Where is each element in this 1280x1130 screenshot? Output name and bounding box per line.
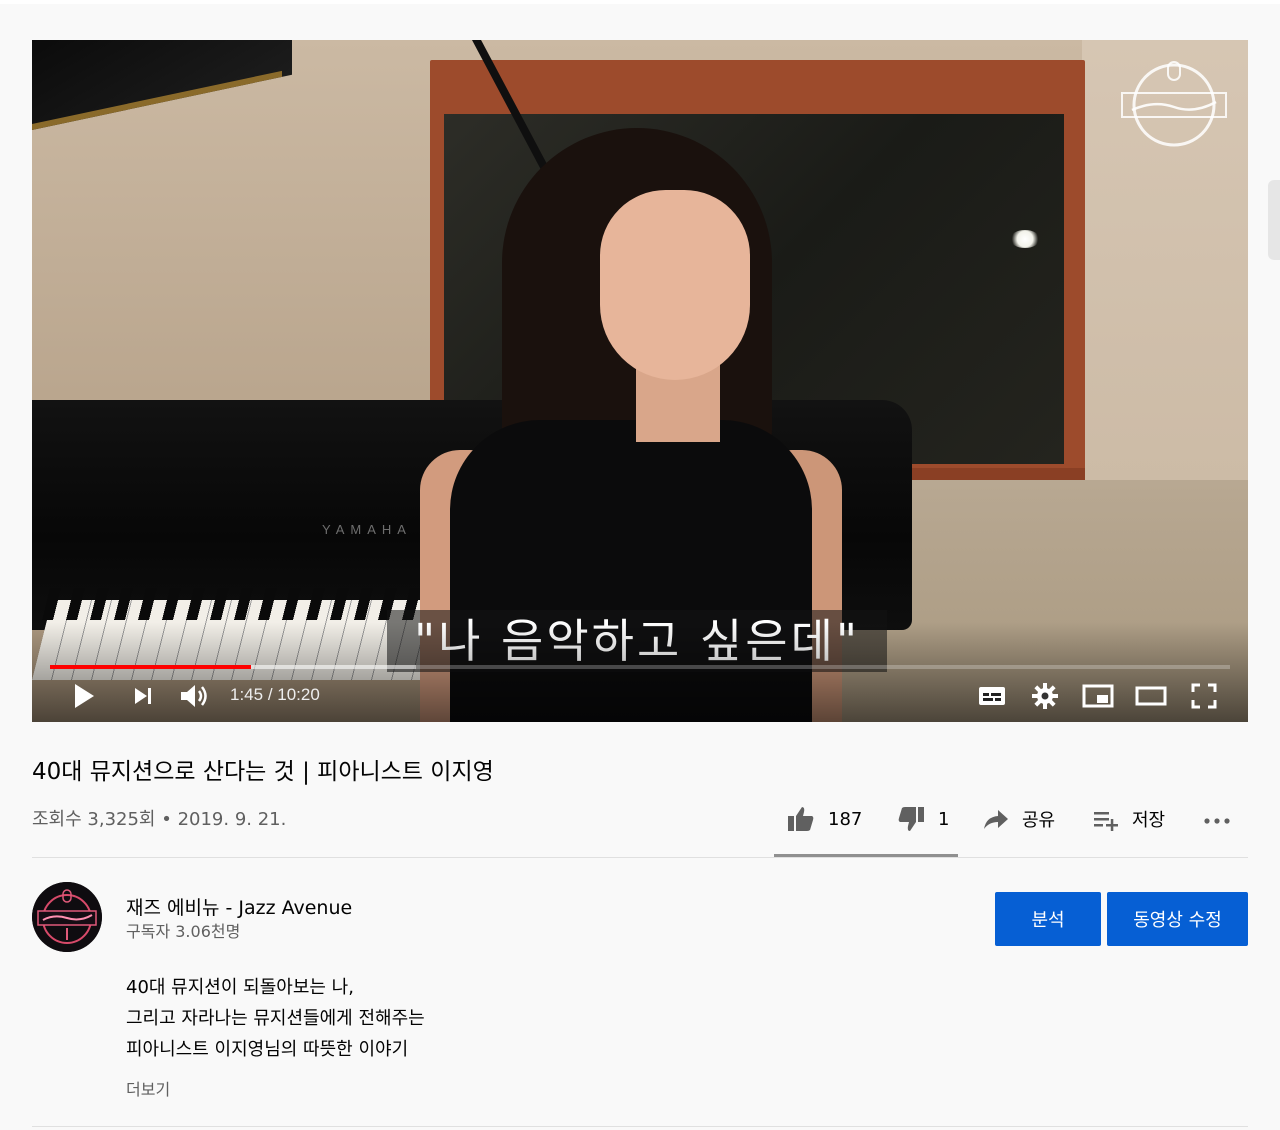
subscriber-count: 구독자 3.06천명 — [126, 922, 241, 941]
description-line: 그리고 자라나는 뮤지션들에게 전해주는 — [126, 1008, 425, 1029]
more-horizontal-icon — [1204, 818, 1230, 824]
divider-bottom — [32, 1126, 1248, 1127]
dislike-count: 1 — [938, 808, 950, 830]
piano-brand-text: YAMAHA — [322, 522, 412, 537]
show-more-link[interactable]: 더보기 — [126, 1076, 170, 1100]
time-display: 1:45 / 10:20 — [230, 685, 320, 705]
person-face — [600, 190, 750, 380]
controls-gradient — [32, 622, 1248, 722]
upload-date: 2019. 9. 21. — [177, 809, 287, 830]
miniplayer-button[interactable] — [1081, 680, 1115, 712]
scrollbar-edge[interactable] — [1268, 180, 1280, 260]
channel-name[interactable]: 재즈 에비뉴 - Jazz Avenue — [126, 893, 352, 920]
volume-button[interactable] — [178, 680, 212, 712]
share-button[interactable]: 공유 — [982, 803, 1055, 835]
share-label: 공유 — [1022, 810, 1056, 831]
description-line: 피아니스트 이지영님의 따뜻한 이야기 — [126, 1039, 409, 1060]
video-description: 40대 뮤지션이 되돌아보는 나, 그리고 자라나는 뮤지션들에게 전해주는 피… — [126, 972, 425, 1065]
subtitles-button[interactable] — [976, 680, 1008, 712]
subtitles-icon — [979, 687, 1005, 705]
progress-played — [50, 665, 251, 669]
theater-icon — [1135, 686, 1167, 706]
video-title: 40대 뮤지션으로 산다는 것 | 피아니스트 이지영 — [32, 759, 494, 785]
play-button[interactable] — [72, 680, 96, 712]
time-total: 10:20 — [277, 685, 320, 704]
video-meta: 조회수 3,325회 • 2019. 9. 21. — [32, 805, 286, 831]
jazz-avenue-logo-icon — [32, 882, 102, 952]
thumbs-down-icon — [898, 807, 924, 831]
jazz-avenue-watermark-logo — [1114, 60, 1234, 150]
more-actions-button[interactable] — [1202, 803, 1232, 835]
time-current: 1:45 — [230, 685, 264, 704]
analytics-button[interactable]: 분석 — [995, 892, 1101, 946]
page-top-strip — [0, 0, 1280, 4]
save-label: 저장 — [1132, 810, 1166, 831]
video-player[interactable]: YAMAHA "나 음악하고 싶은데" — [32, 40, 1248, 722]
edit-video-button[interactable]: 동영상 수정 — [1107, 892, 1248, 946]
divider — [32, 857, 1248, 858]
volume-icon — [181, 685, 207, 707]
description-line: 40대 뮤지션이 되돌아보는 나, — [126, 977, 354, 998]
share-icon — [984, 810, 1008, 829]
settings-icon — [1032, 683, 1058, 709]
play-icon — [75, 684, 94, 708]
save-button[interactable]: 저장 — [1092, 803, 1165, 835]
settings-button[interactable] — [1029, 680, 1061, 712]
miniplayer-icon — [1082, 684, 1114, 708]
channel-avatar[interactable] — [32, 882, 102, 952]
meta-separator: • — [155, 809, 178, 830]
view-count: 조회수 3,325회 — [32, 809, 156, 830]
next-icon — [135, 688, 151, 704]
playlist-add-icon — [1094, 812, 1118, 831]
progress-bar[interactable] — [50, 665, 1230, 669]
fullscreen-icon — [1191, 683, 1217, 709]
next-button[interactable] — [132, 680, 156, 712]
fullscreen-button[interactable] — [1188, 680, 1220, 712]
theater-mode-button[interactable] — [1134, 680, 1168, 712]
studio-light — [1010, 230, 1040, 248]
dislike-button[interactable]: 1 — [896, 803, 949, 835]
thumbs-up-icon — [788, 807, 814, 831]
like-button[interactable]: 187 — [786, 803, 862, 835]
like-count: 187 — [828, 808, 863, 830]
time-separator: / — [263, 685, 278, 704]
